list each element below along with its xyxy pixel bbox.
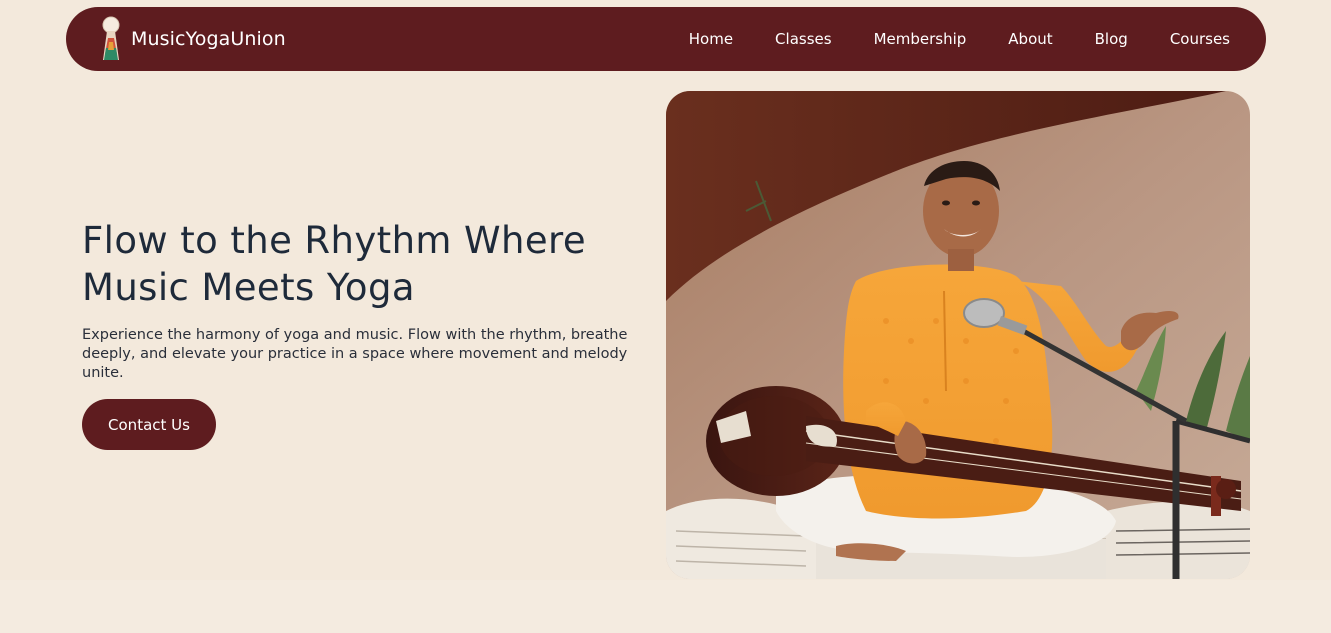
contact-us-button[interactable]: Contact Us (82, 399, 216, 450)
nav-item-blog[interactable]: Blog (1095, 30, 1128, 48)
top-navbar: MusicYogaUnion Home Classes Membership A… (66, 7, 1266, 71)
next-section-background (0, 580, 1331, 633)
hero-description: Experience the harmony of yoga and music… (82, 327, 628, 381)
brand-name: MusicYogaUnion (131, 28, 286, 50)
keyhole-figure-logo-icon (102, 16, 120, 60)
nav-item-membership[interactable]: Membership (874, 30, 967, 48)
hero-photo-illustration (666, 91, 1250, 579)
nav-item-about[interactable]: About (1008, 30, 1052, 48)
main-navigation: Home Classes Membership About Blog Cours… (689, 7, 1230, 71)
nav-item-courses[interactable]: Courses (1170, 30, 1230, 48)
brand-link[interactable]: MusicYogaUnion (100, 16, 286, 62)
hero-photo-musician-with-tanpura (666, 91, 1250, 579)
nav-item-classes[interactable]: Classes (775, 30, 832, 48)
nav-item-home[interactable]: Home (689, 30, 733, 48)
hero-title: Flow to the Rhythm Where Music Meets Yog… (82, 219, 586, 309)
